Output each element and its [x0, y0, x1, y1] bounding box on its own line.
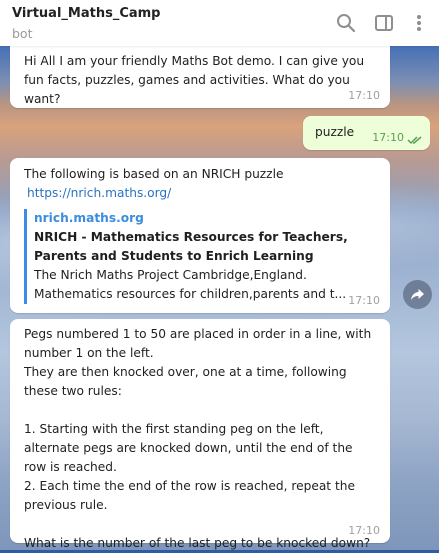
share-button[interactable]: [403, 280, 432, 309]
share-arrow-icon: [411, 289, 424, 300]
link-preview-description: The Nrich Maths Project Cambridge,Englan…: [34, 268, 347, 301]
chat-header: Virtual_Maths_Camp bot: [0, 0, 439, 46]
message-link[interactable]: https://nrich.maths.org/: [27, 184, 378, 203]
more-vertical-icon[interactable]: [408, 12, 422, 34]
message-text: Pegs numbered 1 to 50 are placed in orde…: [24, 327, 372, 550]
message-time: 17:10: [348, 524, 380, 537]
message-bubble-outgoing[interactable]: puzzle 17:10: [303, 116, 430, 150]
message-bubble-incoming[interactable]: Pegs numbered 1 to 50 are placed in orde…: [10, 319, 390, 550]
double-check-icon: [407, 136, 422, 145]
chat-title[interactable]: Virtual_Maths_Camp: [12, 6, 160, 21]
message-bubble-incoming[interactable]: The following is based on an NRICH puzzl…: [10, 158, 390, 313]
chat-subtitle: bot: [12, 26, 33, 41]
message-text: The following is based on an NRICH puzzl…: [24, 167, 284, 181]
sidebar-toggle-icon[interactable]: [373, 12, 395, 34]
message-text: puzzle: [315, 125, 355, 139]
link-preview-site: nrich.maths.org: [34, 211, 144, 225]
message-time: 17:10: [372, 131, 404, 144]
message-time: 17:10: [348, 89, 380, 102]
search-icon[interactable]: [335, 12, 357, 34]
message-text: Hi All I am your friendly Maths Bot demo…: [24, 54, 365, 106]
message-time: 17:10: [348, 294, 380, 307]
message-bubble-incoming[interactable]: Hi All I am your friendly Maths Bot demo…: [10, 46, 390, 108]
link-preview[interactable]: nrich.maths.org NRICH - Mathematics Reso…: [24, 209, 378, 304]
link-preview-title: NRICH - Mathematics Resources for Teache…: [34, 230, 348, 263]
